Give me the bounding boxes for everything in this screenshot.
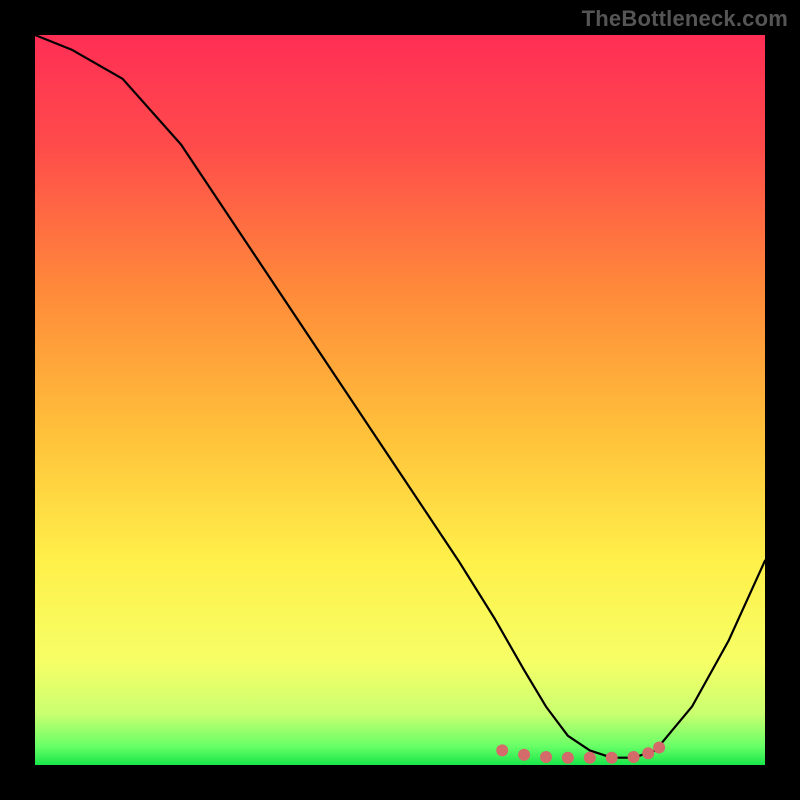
plot-area	[35, 35, 765, 765]
marker-dot	[540, 751, 552, 763]
marker-dot	[606, 752, 618, 764]
watermark-text: TheBottleneck.com	[582, 6, 788, 32]
chart-svg	[35, 35, 765, 765]
marker-dot	[642, 747, 654, 759]
chart-stage: TheBottleneck.com	[0, 0, 800, 800]
marker-dot	[562, 752, 574, 764]
marker-dot	[584, 752, 596, 764]
marker-dot	[653, 742, 665, 754]
marker-dot	[518, 749, 530, 761]
marker-dot	[496, 744, 508, 756]
marker-dot	[628, 751, 640, 763]
